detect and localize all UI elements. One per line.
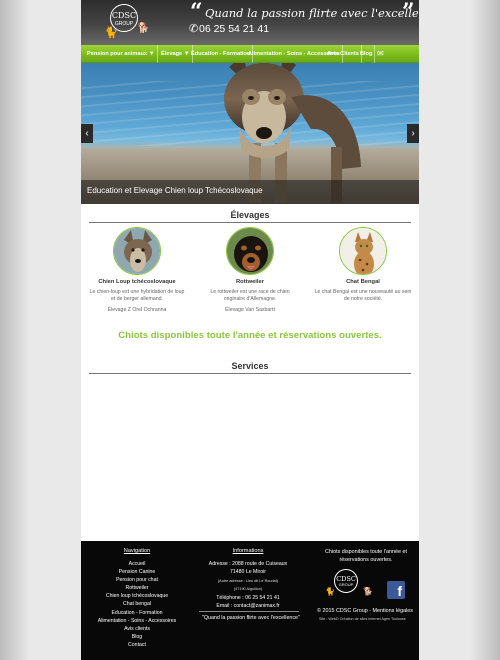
- footer-availability: Chiots disponibles toute l'année et rése…: [325, 549, 407, 563]
- header-phone[interactable]: 06 25 54 21 41: [199, 23, 269, 35]
- footer-divider: [199, 611, 299, 612]
- footer-city: 71480 Le Miroir: [229, 569, 267, 576]
- dog-silhouette-icon: 🐕: [363, 587, 373, 596]
- chevron-down-icon: ▼: [148, 51, 155, 57]
- hero-caption-bar: Education et Elevage Chien loup Tchécosl…: [81, 180, 419, 204]
- footer-credit[interactable]: Site : WebD Création de sites internet A…: [319, 617, 406, 621]
- quote-open-icon: “: [190, 0, 203, 25]
- footer-logo[interactable]: CDSC GROUP: [334, 569, 358, 593]
- footer-logo-subtext: GROUP: [338, 582, 354, 587]
- slider-next-button[interactable]: ›: [407, 124, 419, 143]
- footer-link-pension-chat[interactable]: Pension pour chat: [89, 576, 185, 584]
- nav-label: Pension pour animaux: [87, 51, 147, 57]
- bengal-cat-thumbnail: [340, 228, 386, 274]
- site-header: 🐈 CDSC GROUP 🐕 “ Quand la passion flirte…: [81, 0, 419, 45]
- footer-link-alimentation[interactable]: Alimentation - Soins - Accessoires: [89, 617, 185, 625]
- slider-prev-button[interactable]: ‹: [81, 124, 93, 143]
- elevage-description: Le chien-loup est une hybridation de lou…: [89, 289, 185, 302]
- facebook-icon[interactable]: f: [387, 581, 405, 599]
- footer-right-column: Chiots disponibles toute l'année et rése…: [317, 548, 415, 564]
- nav-item-avis[interactable]: Avis Clients: [327, 45, 362, 63]
- footer-link-avis[interactable]: Avis clients: [89, 625, 185, 633]
- elevage-card-chat-bengal[interactable]: Chat Bengal Le chat Bengal est une nouve…: [307, 227, 419, 322]
- chevron-right-icon: ›: [411, 128, 415, 139]
- hero-slider[interactable]: ‹ › Education et Elevage Chien loup Tché…: [81, 63, 419, 204]
- footer-email[interactable]: Email : contact@zanimax.fr: [193, 602, 303, 610]
- cat-silhouette-icon: 🐈: [325, 587, 335, 596]
- main-nav: Pension pour animaux ▼ Élevage ▼ Éducati…: [81, 45, 419, 63]
- rottweiler-thumbnail: [227, 228, 273, 274]
- nav-item-elevage[interactable]: Élevage ▼: [161, 45, 193, 63]
- footer-link-education[interactable]: Education - Formation: [89, 609, 185, 617]
- footer-old-address: (Autre adresse : Lieu dit Le Roudat): [217, 578, 279, 583]
- wolfdog-thumbnail: [114, 228, 160, 274]
- footer-link-chat-bengal[interactable]: Chat bengal: [89, 600, 185, 608]
- footer-link-rottweiler[interactable]: Rottweiler: [89, 584, 185, 592]
- section-divider: [89, 222, 411, 223]
- bengal-avatar[interactable]: [339, 227, 387, 275]
- chevron-left-icon: ‹: [85, 128, 89, 139]
- footer-link-accueil[interactable]: Accueil: [89, 560, 185, 568]
- nav-label: Avis Clients: [327, 51, 359, 57]
- footer-info-title: Informations: [232, 548, 264, 554]
- elevage-kennel-name: Élevage Van Saxbartt: [225, 307, 275, 313]
- footer-address: Adresse : 2088 route de Cuiseaux: [208, 561, 288, 567]
- nav-label: Élevage: [161, 51, 183, 57]
- elevage-description: Le rottweiler est une race de chien orig…: [210, 289, 290, 302]
- footer-quote: "Quand la passion flirte avec l'excellen…: [202, 615, 300, 621]
- footer-phone[interactable]: Téléphone : 06 25 54 21 41: [193, 594, 303, 602]
- header-slogan: Quand la passion flirte avec l'excellenc…: [205, 6, 419, 20]
- envelope-icon[interactable]: ✉: [377, 45, 384, 63]
- elevage-card-chien-loup[interactable]: Chien Loup tchécoslovaque Le chien-loup …: [81, 227, 193, 322]
- logo-badge[interactable]: CDSC GROUP: [110, 4, 138, 32]
- section-divider: [89, 373, 411, 374]
- footer-informations: Informations Adresse : 2088 route de Cui…: [193, 548, 303, 610]
- footer-navigation: Navigation Accueil Pension Canine Pensio…: [89, 548, 185, 649]
- site-footer: Navigation Accueil Pension Canine Pensio…: [81, 541, 419, 660]
- elevage-name[interactable]: Chien Loup tchécoslovaque: [81, 279, 193, 285]
- elevages-title: Élevages: [230, 210, 270, 220]
- elevage-card-rottweiler[interactable]: Rottweiler Le rottweiler est une race de…: [194, 227, 306, 322]
- logo-text: CDSC: [111, 11, 137, 20]
- nav-item-education[interactable]: Éducation - Formation: [191, 45, 254, 63]
- footer-link-blog[interactable]: Blog: [89, 633, 185, 641]
- elevage-kennel-name: Élevage Z Orel Ochranna: [107, 307, 167, 313]
- services-title: Services: [231, 361, 269, 371]
- chevron-down-icon: ▼: [183, 51, 190, 57]
- dog-silhouette-icon: 🐕: [137, 23, 150, 34]
- quote-close-icon: ”: [402, 0, 415, 25]
- footer-old-city: (47190 Aiguillon): [233, 587, 263, 592]
- nav-item-pension[interactable]: Pension pour animaux ▼: [87, 45, 158, 63]
- logo-subtext: GROUP: [114, 21, 134, 27]
- chien-loup-avatar[interactable]: [113, 227, 161, 275]
- nav-label: Blog: [360, 51, 373, 57]
- availability-banner: Chiots disponibles toute l'année et rése…: [118, 330, 382, 341]
- footer-nav-title: Navigation: [123, 548, 151, 554]
- phone-icon: ✆: [189, 23, 199, 35]
- nav-label: Éducation - Formation: [191, 51, 251, 57]
- footer-link-chien-loup[interactable]: Chien loup tchécoslovaque: [89, 592, 185, 600]
- hero-caption: Education et Elevage Chien loup Tchécosl…: [87, 186, 263, 195]
- elevage-name[interactable]: Chat Bengal: [307, 279, 419, 285]
- page-container: 🐈 CDSC GROUP 🐕 “ Quand la passion flirte…: [81, 0, 419, 660]
- rottweiler-avatar[interactable]: [226, 227, 274, 275]
- elevage-name[interactable]: Rottweiler: [194, 279, 306, 285]
- nav-item-blog[interactable]: Blog: [360, 45, 376, 63]
- elevage-description: Le chat Bengal est une nouveauté au sein…: [314, 289, 412, 302]
- footer-link-pension-canine[interactable]: Pension Canine: [89, 568, 185, 576]
- footer-copyright[interactable]: © 2015 CDSC Group - Mentions légales: [317, 608, 413, 614]
- footer-link-contact[interactable]: Contact: [89, 641, 185, 649]
